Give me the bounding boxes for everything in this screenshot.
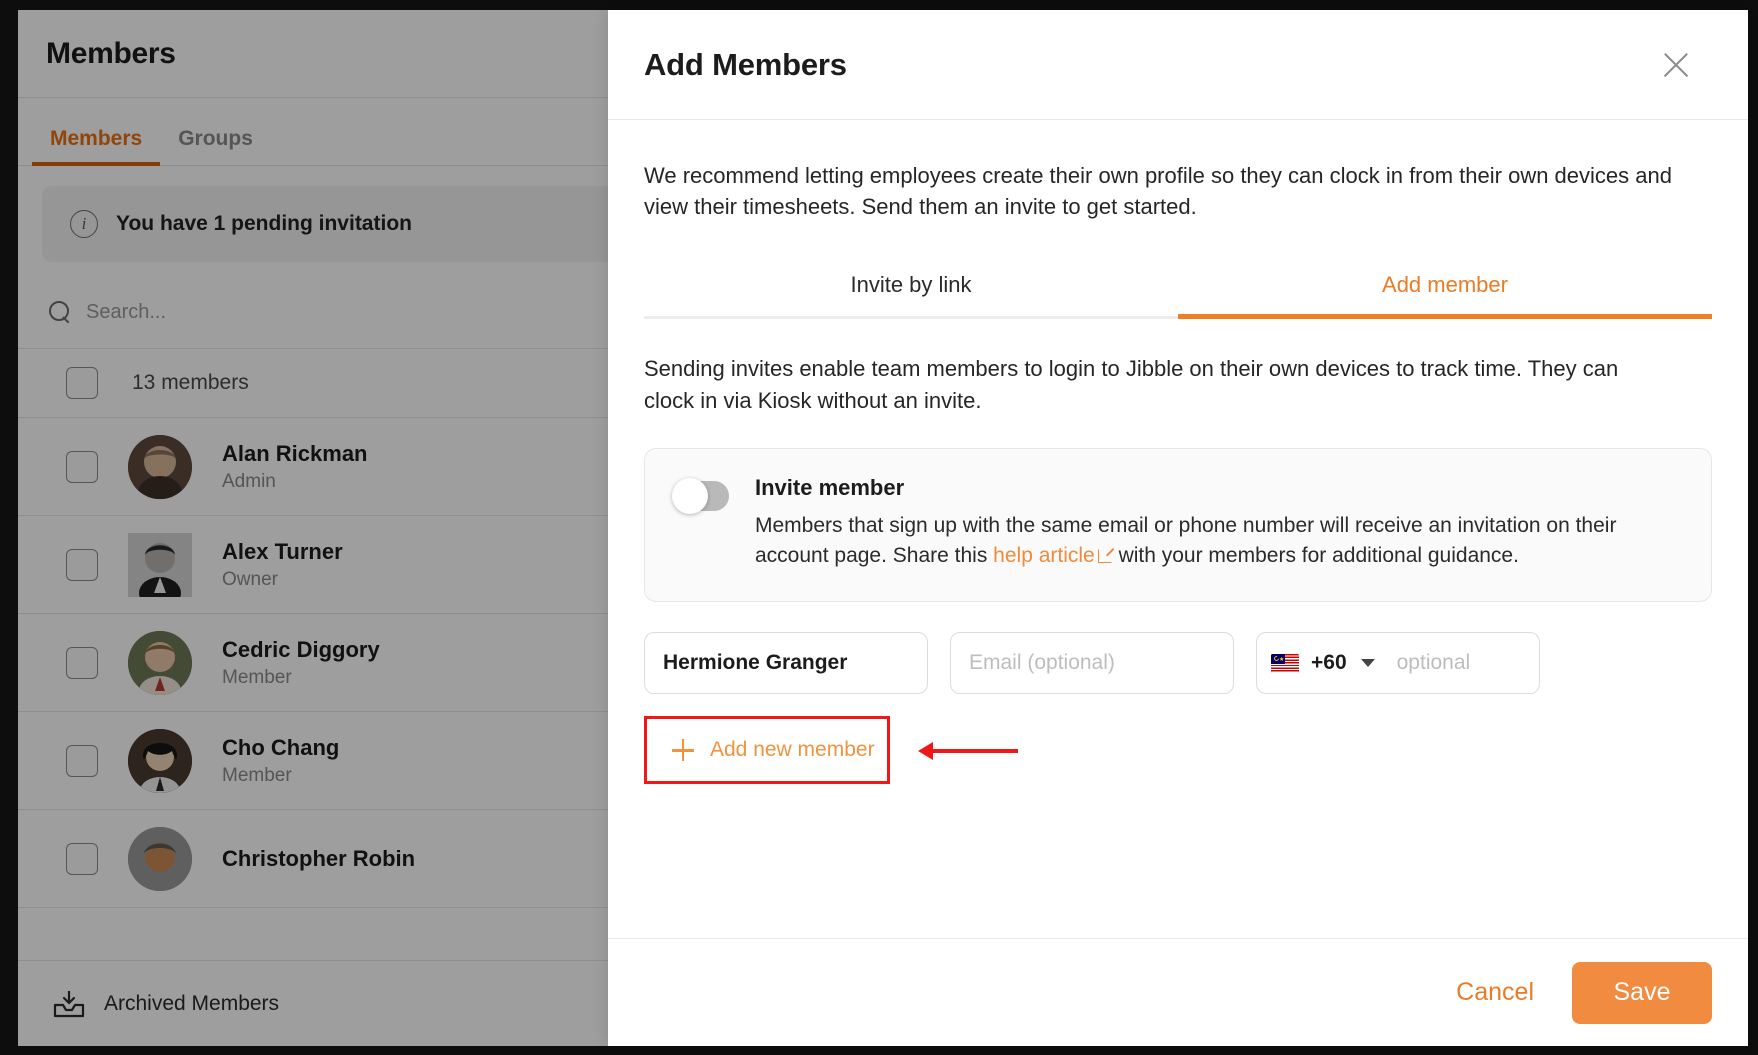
member-name: Cho Chang — [222, 734, 340, 760]
modal-intro-text: We recommend letting employees create th… — [644, 163, 1672, 220]
member-info: Cedric Diggory Member — [222, 637, 380, 689]
member-name: Christopher Robin — [222, 845, 416, 871]
member-role: Member — [222, 666, 292, 688]
invite-member-text-block: Invite member Members that sign up with … — [755, 475, 1635, 571]
member-email-placeholder: Email (optional) — [969, 651, 1115, 675]
member-phone-input[interactable]: ★ +60 optional — [1256, 632, 1540, 695]
invite-member-card: Invite member Members that sign up with … — [644, 447, 1712, 603]
save-button[interactable]: Save — [1572, 961, 1712, 1024]
row-checkbox[interactable] — [66, 842, 98, 875]
member-name: Cedric Diggory — [222, 636, 380, 662]
tab-add-member[interactable]: Add member — [1178, 262, 1712, 320]
tab-invite-by-link-label: Invite by link — [850, 272, 972, 298]
add-members-modal: Add Members We recommend letting employe… — [608, 10, 1748, 1046]
member-fields-row: Hermione Granger Email (optional) ★ +60 … — [644, 632, 1712, 695]
page-title: Members — [46, 36, 176, 70]
member-role: Member — [222, 764, 292, 786]
row-checkbox[interactable] — [66, 548, 98, 581]
tab-add-member-label: Add member — [1382, 272, 1508, 298]
tab-members[interactable]: Members — [32, 127, 161, 166]
close-icon[interactable] — [1656, 45, 1696, 85]
annotation-arrow — [918, 738, 1018, 762]
help-article-link-label: help article — [993, 544, 1095, 568]
modal-footer: Cancel Save — [608, 938, 1748, 1046]
invite-member-label: Invite member — [755, 474, 905, 500]
member-info: Christopher Robin — [222, 846, 415, 872]
phone-dial-code: +60 — [1311, 651, 1347, 675]
info-icon: i — [70, 210, 98, 238]
tab-groups[interactable]: Groups — [160, 127, 271, 165]
toggle-knob — [672, 477, 708, 514]
add-new-member-button[interactable]: Add new member — [650, 722, 884, 779]
member-info: Alan Rickman Admin — [222, 441, 368, 493]
member-role: Owner — [222, 568, 278, 590]
avatar — [128, 434, 192, 499]
screenshot-root: Members Members Groups i You have 1 pend… — [0, 0, 1758, 1055]
invite-member-toggle[interactable] — [672, 477, 729, 514]
avatar — [128, 826, 192, 891]
row-checkbox[interactable] — [66, 744, 98, 777]
member-name-value: Hermione Granger — [663, 651, 848, 675]
avatar — [128, 728, 192, 793]
modal-header: Add Members — [608, 10, 1748, 120]
member-info: Cho Chang Member — [222, 735, 339, 787]
archived-members-label: Archived Members — [104, 991, 280, 1015]
modal-subtext: Sending invites enable team members to l… — [644, 356, 1619, 413]
cancel-button[interactable]: Cancel — [1456, 978, 1534, 1007]
modal-tabs: Invite by link Add member — [644, 262, 1712, 320]
tab-invite-by-link[interactable]: Invite by link — [644, 262, 1178, 316]
member-count-label: 13 members — [132, 371, 249, 394]
member-info: Alex Turner Owner — [222, 539, 343, 591]
archive-icon — [52, 989, 86, 1019]
plus-icon — [672, 739, 694, 762]
member-role: Admin — [222, 470, 276, 492]
select-all-checkbox[interactable] — [66, 367, 98, 399]
row-checkbox[interactable] — [66, 450, 98, 483]
tab-groups-label: Groups — [178, 127, 253, 150]
invite-desc-after: with your members for additional guidanc… — [1112, 544, 1519, 568]
member-email-input[interactable]: Email (optional) — [950, 632, 1234, 695]
help-article-link[interactable]: help article — [993, 544, 1095, 567]
invite-member-description: Members that sign up with the same email… — [755, 511, 1635, 571]
member-name: Alan Rickman — [222, 440, 368, 466]
chevron-down-icon[interactable] — [1360, 659, 1375, 668]
avatar — [128, 630, 192, 695]
tab-members-label: Members — [50, 127, 143, 150]
add-new-member-label: Add new member — [710, 738, 875, 762]
modal-body: We recommend letting employees create th… — [608, 120, 1748, 938]
pending-invitation-text: You have 1 pending invitation — [116, 212, 412, 235]
modal-title: Add Members — [644, 46, 847, 82]
add-new-member-wrap: Add new member — [644, 716, 1712, 785]
annotation-highlight-box: Add new member — [644, 716, 890, 785]
flag-malaysia-icon: ★ — [1271, 653, 1299, 673]
member-name-input[interactable]: Hermione Granger — [644, 632, 928, 695]
avatar — [128, 532, 192, 597]
search-icon — [48, 300, 72, 324]
member-name: Alex Turner — [222, 538, 343, 564]
external-link-icon — [1097, 548, 1113, 564]
row-checkbox[interactable] — [66, 646, 98, 679]
phone-number-placeholder: optional — [1396, 651, 1471, 675]
